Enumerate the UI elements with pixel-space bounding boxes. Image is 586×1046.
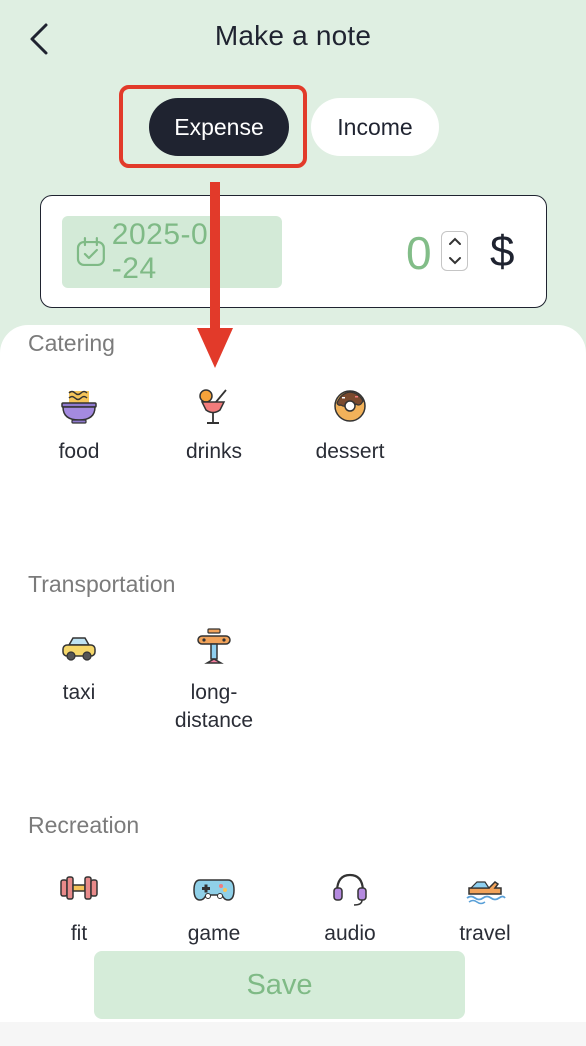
category-label: travel <box>459 922 511 945</box>
category-fit[interactable]: fit <box>11 866 147 948</box>
category-long-distance[interactable]: long-distance <box>146 625 282 735</box>
page-title: Make a note <box>214 20 372 51</box>
date-picker[interactable]: 2025-0-24 <box>62 216 282 288</box>
airplane-icon <box>197 628 231 664</box>
gamepad-icon <box>193 879 235 901</box>
section-title-catering: Catering <box>28 330 115 356</box>
section-title-recreation: Recreation <box>28 812 140 838</box>
headphones-icon <box>333 873 367 906</box>
category-label: fit <box>70 922 88 945</box>
category-audio[interactable]: audio <box>282 866 418 948</box>
income-tab[interactable]: Income <box>311 98 439 156</box>
category-label: taxi <box>62 681 96 704</box>
category-label: audio <box>324 922 376 945</box>
chevron-up-icon <box>448 237 461 245</box>
category-food[interactable]: food <box>11 384 147 466</box>
save-button[interactable]: Save <box>94 951 465 1019</box>
cocktail-icon <box>199 389 227 424</box>
taxi-icon <box>62 637 96 661</box>
decrement-button[interactable] <box>442 251 467 270</box>
category-taxi[interactable]: taxi <box>11 625 147 707</box>
section-title-transportation: Transportation <box>28 571 176 597</box>
calendar-icon <box>76 236 105 267</box>
amount-stepper[interactable] <box>441 231 468 271</box>
category-label: long-distance <box>174 681 254 732</box>
expense-tab[interactable]: Expense <box>149 98 289 156</box>
bottom-bar <box>0 1022 586 1046</box>
amount-value[interactable]: 0 <box>406 226 432 280</box>
chevron-down-icon <box>448 257 461 265</box>
category-drinks[interactable]: drinks <box>146 384 282 466</box>
category-game[interactable]: game <box>146 866 282 948</box>
noodle-bowl-icon <box>61 390 97 424</box>
increment-button[interactable] <box>442 232 467 251</box>
dumbbell-icon <box>60 876 98 900</box>
category-label: game <box>187 922 241 945</box>
donut-icon <box>334 390 366 422</box>
category-travel[interactable]: travel <box>417 866 553 948</box>
jet-ski-icon <box>466 881 506 905</box>
currency-symbol: $ <box>490 227 515 276</box>
category-dessert[interactable]: dessert <box>282 384 418 466</box>
annotation-arrow <box>197 182 233 368</box>
category-label: food <box>58 440 100 463</box>
header: Make a note <box>0 0 586 78</box>
category-label: dessert <box>315 440 385 463</box>
category-label: drinks <box>185 440 243 463</box>
